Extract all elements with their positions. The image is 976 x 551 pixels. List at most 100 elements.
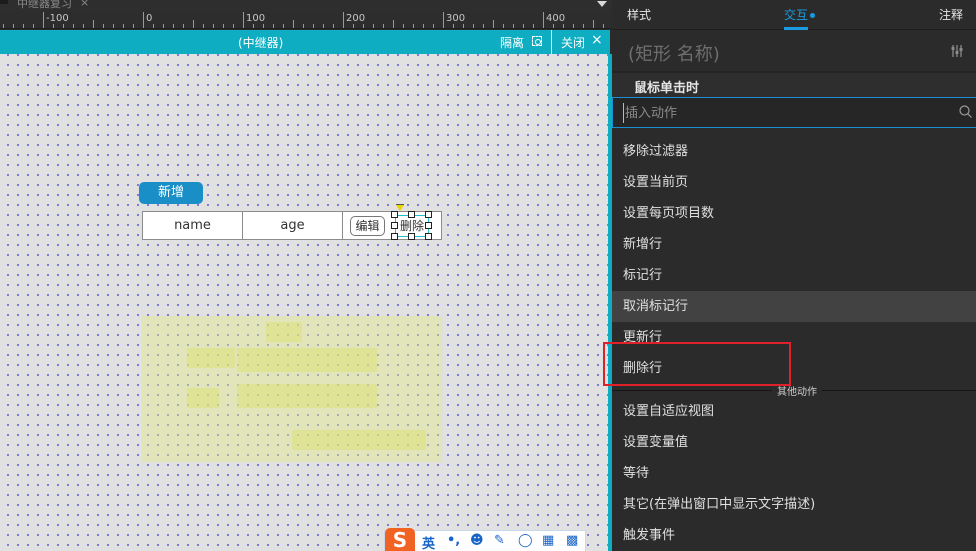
action-other[interactable]: 其它(在弹出窗口中显示文字描述): [612, 489, 976, 520]
action-set-items-per-page[interactable]: 设置每页项目数: [612, 198, 976, 229]
ruler-tick: [33, 24, 34, 28]
inspector-tabs: 样式 交互 注释: [612, 0, 976, 30]
ruler-tick: [363, 24, 364, 28]
ghost-block: [237, 384, 377, 408]
resize-handle[interactable]: [425, 233, 432, 240]
close-tab-icon[interactable]: ×: [80, 0, 89, 9]
close-repeater-button[interactable]: 关闭: [561, 34, 585, 51]
widget-name-row: (矩形 名称): [612, 30, 976, 73]
tab-edge: [0, 0, 8, 4]
ghost-block: [237, 348, 377, 372]
ime-handwrite-icon[interactable]: ✎: [494, 533, 505, 548]
ruler-tick: [253, 24, 254, 28]
ruler-tick: [53, 24, 54, 28]
isolate-icon[interactable]: [532, 36, 542, 46]
repeater-row[interactable]: name age 编辑 删除: [142, 211, 442, 240]
resize-handle[interactable]: [391, 222, 398, 229]
action-update-rows[interactable]: 更新行: [612, 322, 976, 353]
ruler-tick: [403, 24, 404, 28]
tab-interactions[interactable]: 交互: [784, 6, 816, 30]
action-unmark-rows[interactable]: 取消标记行: [612, 291, 976, 322]
ghost-block: [187, 388, 219, 408]
ruler-tick: [143, 12, 144, 28]
section-separator: 其他动作: [612, 383, 976, 398]
ime-keyboard-icon[interactable]: ▦: [542, 533, 554, 548]
edit-button[interactable]: 编辑: [350, 216, 385, 236]
resize-handle[interactable]: [425, 222, 432, 229]
tab-notes[interactable]: 注释: [939, 6, 963, 23]
ruler-tick: [553, 24, 554, 28]
action-search-box: [612, 97, 976, 128]
ruler-tick: [153, 24, 154, 28]
resize-handle[interactable]: [391, 233, 398, 240]
ime-toolbox-icon[interactable]: ▩: [566, 533, 578, 548]
ime-emoji-icon[interactable]: ☻: [470, 533, 484, 548]
age-cell[interactable]: age: [243, 212, 343, 239]
ruler-tick: [353, 24, 354, 28]
ruler-label: 300: [446, 13, 466, 24]
ruler-tick: [63, 24, 64, 28]
ruler-tick: [483, 24, 484, 28]
ruler-tick: [463, 24, 464, 28]
ruler-tick: [323, 24, 324, 28]
action-set-current-page[interactable]: 设置当前页: [612, 167, 976, 198]
ruler-tick: [533, 24, 534, 28]
repeater-edit-header: (中继器) 隔离 关闭 ×: [0, 30, 610, 54]
isolate-button[interactable]: 隔离: [500, 34, 524, 51]
ruler-tick: [563, 24, 564, 28]
resize-handle[interactable]: [408, 233, 415, 240]
sliders-icon[interactable]: [950, 44, 964, 58]
add-row-button[interactable]: 新增: [139, 182, 203, 204]
document-tab[interactable]: 中继器复习: [17, 0, 72, 11]
ruler-tick: [13, 24, 14, 28]
ruler-tick: [183, 24, 184, 28]
ruler-label: 0: [146, 13, 153, 24]
widget-name-field[interactable]: (矩形 名称): [628, 40, 720, 66]
horizontal-ruler: -100 0 100 200 300 400: [0, 12, 612, 29]
action-fire-event[interactable]: 触发事件: [612, 520, 976, 551]
insert-action-input[interactable]: [623, 103, 943, 123]
ime-logo-icon[interactable]: S: [385, 528, 415, 551]
resize-handle[interactable]: [408, 211, 415, 218]
resize-handle[interactable]: [391, 211, 398, 218]
ghost-block: [292, 430, 426, 450]
ruler-tick: [603, 24, 604, 28]
action-wait[interactable]: 等待: [612, 458, 976, 489]
event-title: 鼠标单击时: [634, 81, 700, 96]
ruler-tick: [373, 24, 374, 28]
tab-style[interactable]: 样式: [627, 6, 651, 23]
ruler-label: 400: [546, 13, 566, 24]
ruler-tick: [203, 24, 204, 28]
repeater-title: (中继器): [238, 36, 284, 50]
name-cell[interactable]: name: [143, 212, 243, 239]
action-set-adaptive-view[interactable]: 设置自适应视图: [612, 396, 976, 427]
ruler-tick: [103, 24, 104, 28]
ruler-tick: [543, 12, 544, 28]
design-canvas[interactable]: 新增 name age 编辑 删除: [0, 54, 608, 551]
ruler-tick: [133, 24, 134, 28]
ime-toolbar: S 英 •, ☻ ✎ ◯ ▦ ▩: [384, 528, 586, 551]
resize-handle[interactable]: [425, 211, 432, 218]
action-add-rows[interactable]: 新增行: [612, 229, 976, 260]
ime-language-toggle[interactable]: 英: [422, 533, 435, 551]
ruler-tick: [43, 12, 44, 28]
ime-voice-icon[interactable]: ◯: [518, 533, 533, 548]
search-icon[interactable]: [959, 105, 972, 118]
ime-punctuation-icon[interactable]: •,: [447, 533, 460, 548]
action-remove-filter[interactable]: 移除过滤器: [612, 136, 976, 167]
tab-menu-dropdown-icon[interactable]: [597, 1, 607, 7]
ruler-tick: [473, 24, 474, 28]
close-icon[interactable]: ×: [591, 32, 603, 48]
document-tab-bar: 中继器复习 ×: [0, 0, 612, 12]
ruler-tick: [3, 24, 4, 28]
ghost-block: [266, 322, 302, 342]
ruler-tick: [573, 24, 574, 28]
actions-cell: 编辑 删除: [343, 211, 441, 240]
editor-area: 中继器复习 × -100 0 100 200 300 400 (中继器) 隔离 …: [0, 0, 612, 551]
action-mark-rows[interactable]: 标记行: [612, 260, 976, 291]
ruler-tick: [433, 24, 434, 28]
active-dot-icon: [810, 13, 816, 18]
action-delete-rows[interactable]: 删除行: [612, 353, 976, 384]
action-set-variable-value[interactable]: 设置变量值: [612, 427, 976, 458]
ruler-tick: [263, 24, 264, 28]
